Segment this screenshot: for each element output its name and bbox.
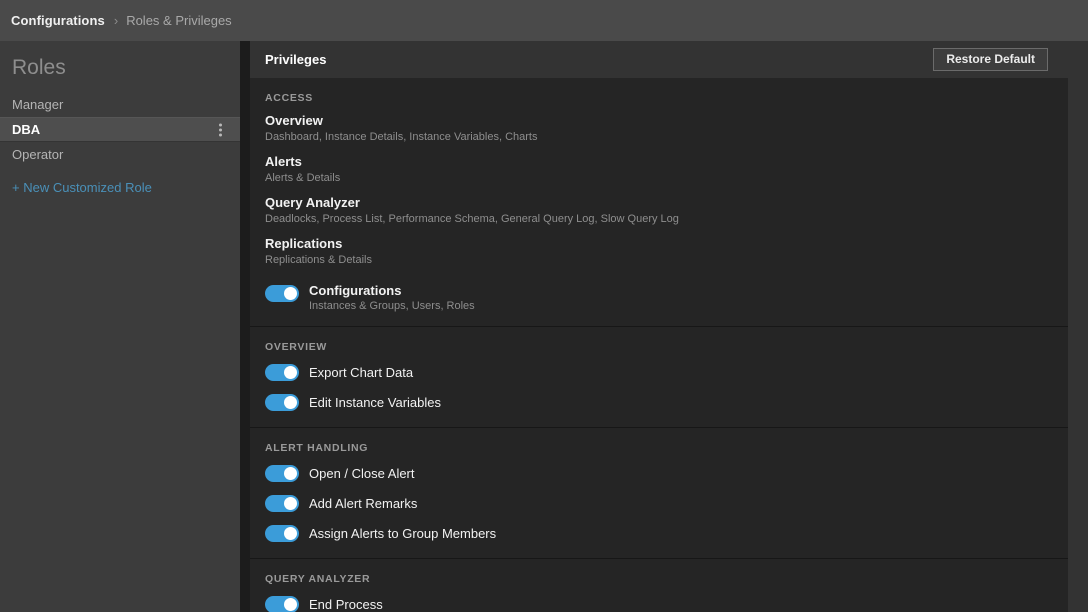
- roles-privileges-page: Configurations › Roles & Privileges Role…: [0, 0, 1088, 612]
- toggle-end-process[interactable]: [265, 595, 299, 612]
- privilege-label: Edit Instance Variables: [309, 394, 441, 410]
- privilege-label: Add Alert Remarks: [309, 495, 418, 511]
- privileges-body: ACCESS Overview Dashboard, Instance Deta…: [250, 78, 1068, 612]
- role-list: Manager DBA Operator: [0, 92, 240, 167]
- privilege-row-edit-instance-variables: Edit Instance Variables: [265, 391, 1068, 413]
- section-label: ALERT HANDLING: [265, 442, 369, 454]
- access-entry-query-analyzer: Query Analyzer Deadlocks, Process List, …: [265, 195, 1068, 227]
- access-entry-title: Alerts: [265, 154, 302, 169]
- breadcrumb-bar: Configurations › Roles & Privileges: [0, 0, 1088, 41]
- toggle-knob: [284, 597, 297, 611]
- access-entry-description: Deadlocks, Process List, Performance Sch…: [265, 213, 679, 225]
- privilege-row-end-process: End Process: [265, 593, 1068, 612]
- breadcrumb-configurations[interactable]: Configurations: [11, 13, 105, 28]
- privilege-label: Assign Alerts to Group Members: [309, 525, 497, 541]
- toggle-edit-instance-variables[interactable]: [265, 393, 299, 411]
- access-entry-replications: Replications Replications & Details: [265, 236, 1068, 268]
- toggle-knob: [284, 395, 297, 409]
- access-entry-alerts: Alerts Alerts & Details: [265, 154, 1068, 186]
- access-entry-title: Replications: [265, 236, 343, 251]
- sidebar-title: Roles: [12, 56, 66, 79]
- kebab-menu-icon[interactable]: [219, 123, 222, 136]
- sidebar-item-operator[interactable]: Operator: [0, 142, 240, 167]
- access-entry-overview: Overview Dashboard, Instance Details, In…: [265, 113, 1068, 145]
- section-label: ACCESS: [265, 92, 313, 104]
- access-entry-description: Dashboard, Instance Details, Instance Va…: [265, 131, 538, 143]
- toggle-row-list: Open / Close Alert Add Alert Remarks Ass…: [265, 454, 1068, 558]
- privilege-row-open-close-alert: Open / Close Alert: [265, 462, 1068, 484]
- sidebar-item-manager[interactable]: Manager: [0, 92, 240, 117]
- breadcrumb-roles-privileges[interactable]: Roles & Privileges: [126, 13, 232, 28]
- privileges-header: Privileges Restore Default: [250, 41, 1068, 78]
- toggle-export-chart-data[interactable]: [265, 363, 299, 381]
- role-item-label: Operator: [12, 147, 64, 162]
- sidebar-item-dba[interactable]: DBA: [0, 117, 240, 142]
- restore-default-button[interactable]: Restore Default: [933, 48, 1048, 71]
- toggle-knob: [284, 466, 297, 480]
- privilege-label: End Process: [309, 596, 383, 612]
- toggle-assign-alerts-to-group-members[interactable]: [265, 524, 299, 542]
- new-customized-role-link[interactable]: + New Customized Role: [0, 180, 240, 195]
- access-entry-title: Overview: [265, 113, 323, 128]
- roles-sidebar: Roles Manager DBA Operator + New Customi…: [0, 41, 240, 612]
- section-access: ACCESS Overview Dashboard, Instance Deta…: [250, 78, 1068, 326]
- section-overview: OVERVIEW Export Chart Data Edit Instance…: [250, 326, 1068, 427]
- role-item-label: Manager: [12, 97, 64, 112]
- toggle-knob: [284, 526, 297, 540]
- toggle-knob: [284, 365, 297, 379]
- access-entry-description: Instances & Groups, Users, Roles: [309, 300, 475, 312]
- role-item-label: DBA: [12, 122, 41, 137]
- toggle-open-close-alert[interactable]: [265, 464, 299, 482]
- access-entry-description: Alerts & Details: [265, 172, 341, 184]
- section-label: OVERVIEW: [265, 341, 328, 353]
- page-title: Privileges: [265, 52, 327, 67]
- privilege-row-add-alert-remarks: Add Alert Remarks: [265, 492, 1068, 514]
- access-entry-configurations: Configurations Instances & Groups, Users…: [265, 279, 1068, 326]
- toggle-knob: [284, 287, 297, 300]
- privileges-panel: Privileges Restore Default ACCESS Overvi…: [250, 41, 1068, 612]
- section-label: QUERY ANALYZER: [265, 573, 371, 585]
- access-entry-title: Configurations: [309, 283, 402, 298]
- section-alert-handling: ALERT HANDLING Open / Close Alert Add Al…: [250, 427, 1068, 558]
- privilege-row-assign-alerts-to-group-members: Assign Alerts to Group Members: [265, 522, 1068, 544]
- toggle-configurations[interactable]: [265, 285, 299, 302]
- access-entry-text: Configurations Instances & Groups, Users…: [309, 283, 475, 314]
- toggle-knob: [284, 496, 297, 510]
- panel-gutter: [240, 41, 250, 612]
- toggle-add-alert-remarks[interactable]: [265, 494, 299, 512]
- toggle-row-list: End Process: [265, 585, 1068, 612]
- privilege-label: Open / Close Alert: [309, 465, 415, 481]
- access-entry-list: Overview Dashboard, Instance Details, In…: [265, 104, 1068, 279]
- toggle-row-list: Export Chart Data Edit Instance Variable…: [265, 353, 1068, 427]
- privilege-row-export-chart-data: Export Chart Data: [265, 361, 1068, 383]
- access-entry-title: Query Analyzer: [265, 195, 360, 210]
- privilege-label: Export Chart Data: [309, 364, 414, 380]
- breadcrumb-separator-icon: ›: [113, 13, 119, 28]
- access-entry-description: Replications & Details: [265, 254, 372, 266]
- section-query-analyzer: QUERY ANALYZER End Process: [250, 558, 1068, 612]
